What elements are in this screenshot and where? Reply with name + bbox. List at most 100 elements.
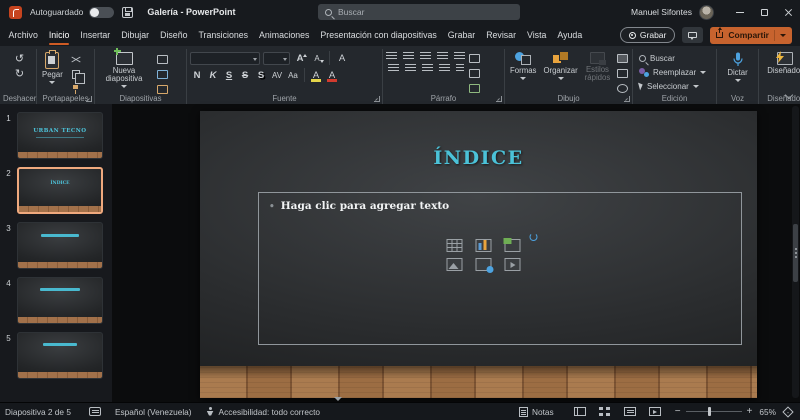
paste-button[interactable]: Pegar	[40, 51, 65, 85]
change-case-button[interactable]: Aa	[286, 69, 300, 82]
italic-button[interactable]: K	[206, 69, 220, 82]
copy-button[interactable]	[69, 68, 83, 80]
close-button[interactable]	[776, 0, 800, 24]
select-button[interactable]: Seleccionar	[639, 80, 699, 92]
tab-dibujar[interactable]: Dibujar	[116, 24, 155, 46]
arrange-button[interactable]: Organizar	[541, 51, 579, 81]
vertical-scrollbar[interactable]	[792, 106, 799, 398]
accessibility-status[interactable]: Accesibilidad: todo correcto	[219, 407, 320, 417]
text-shadow-button[interactable]: S	[254, 69, 268, 82]
avatar[interactable]	[699, 5, 714, 20]
font-name-select[interactable]	[190, 52, 260, 65]
share-button[interactable]: Compartir	[710, 27, 792, 44]
subtitles-icon[interactable]	[89, 407, 101, 416]
shrink-font-button[interactable]: A	[310, 52, 324, 65]
replace-button[interactable]: Reemplazar	[639, 66, 706, 78]
zoom-slider-knob[interactable]	[708, 407, 711, 416]
search-input[interactable]: Buscar	[318, 4, 520, 20]
align-right-icon[interactable]	[422, 64, 433, 72]
collapse-ribbon-icon[interactable]	[785, 91, 792, 98]
comments-button[interactable]	[682, 27, 703, 43]
scrollbar-thumb[interactable]	[793, 224, 798, 282]
slide-thumbnail-4[interactable]	[17, 277, 103, 324]
shape-outline-button[interactable]	[615, 67, 629, 79]
slideshow-view-button[interactable]	[649, 407, 661, 416]
share-dropdown-icon[interactable]	[780, 34, 786, 37]
justify-icon[interactable]	[439, 64, 450, 72]
new-slide-dropdown-icon[interactable]	[121, 85, 127, 88]
record-button[interactable]: Grabar	[620, 27, 675, 43]
align-center-icon[interactable]	[405, 64, 416, 72]
bullets-icon[interactable]	[386, 52, 397, 60]
underline-button[interactable]: S	[222, 69, 236, 82]
tab-ayuda[interactable]: Ayuda	[552, 24, 588, 46]
language-status[interactable]: Español (Venezuela)	[115, 407, 192, 417]
tab-insertar[interactable]: Insertar	[75, 24, 116, 46]
align-text-button[interactable]	[467, 67, 481, 79]
find-button[interactable]: Buscar	[639, 52, 675, 64]
slide-thumbnail-1[interactable]: URBAN TECNO	[17, 112, 103, 159]
autosave-toggle[interactable]	[89, 7, 114, 18]
zoom-slider[interactable]	[686, 411, 742, 412]
quick-styles-button[interactable]: Estilos rápidos	[583, 51, 613, 83]
slide-sorter-view-button[interactable]	[599, 407, 611, 416]
zoom-level[interactable]: 65%	[759, 407, 776, 417]
notes-splitter-icon[interactable]	[334, 397, 342, 401]
bold-button[interactable]: N	[190, 69, 204, 82]
font-size-select[interactable]	[263, 52, 290, 65]
layout-button[interactable]	[155, 53, 169, 65]
tab-archivo[interactable]: Archivo	[3, 24, 43, 46]
insert-smartart-icon[interactable]	[505, 239, 521, 252]
placeholder-text[interactable]: •Haga clic para agregar texto	[269, 200, 449, 212]
text-highlight-button[interactable]: A	[309, 69, 323, 82]
normal-view-button[interactable]	[574, 407, 586, 416]
slide-title[interactable]: ÍNDICE	[200, 147, 757, 169]
dictate-button[interactable]: Dictar	[720, 51, 755, 83]
shapes-button[interactable]: Formas	[508, 51, 538, 81]
decrease-indent-icon[interactable]	[420, 52, 431, 60]
fit-slide-to-window-icon[interactable]	[782, 406, 793, 417]
tab-grabar[interactable]: Grabar	[442, 24, 480, 46]
reading-view-button[interactable]	[624, 407, 636, 416]
line-spacing-icon[interactable]	[454, 52, 465, 60]
notes-toggle[interactable]: Notas	[519, 407, 554, 417]
shape-effects-button[interactable]	[615, 82, 629, 94]
character-spacing-button[interactable]: AV	[270, 69, 284, 82]
align-left-icon[interactable]	[388, 64, 399, 72]
cut-button[interactable]	[69, 53, 83, 65]
slide-thumbnail-5[interactable]	[17, 332, 103, 379]
clear-formatting-button[interactable]: A	[335, 52, 349, 65]
zoom-in-icon[interactable]: +	[747, 407, 753, 417]
columns-icon[interactable]	[456, 64, 464, 72]
tab-transiciones[interactable]: Transiciones	[193, 24, 254, 46]
numbering-icon[interactable]	[403, 52, 414, 60]
slide-thumbnail-3[interactable]	[17, 222, 103, 269]
insert-table-icon[interactable]	[447, 239, 463, 252]
tab-presentacion[interactable]: Presentación con diapositivas	[315, 24, 442, 46]
insert-video-icon[interactable]	[505, 258, 521, 271]
shape-fill-button[interactable]	[615, 52, 629, 64]
strikethrough-button[interactable]: S	[238, 69, 252, 82]
reset-button[interactable]	[155, 68, 169, 80]
slide-thumbnail-2[interactable]: ÍNDICE	[17, 167, 103, 214]
increase-indent-icon[interactable]	[437, 52, 448, 60]
tab-revisar[interactable]: Revisar	[481, 24, 522, 46]
undo-icon[interactable]: ↺	[15, 53, 24, 65]
convert-smartart-button[interactable]	[467, 82, 481, 94]
text-direction-button[interactable]	[467, 52, 481, 64]
zoom-out-icon[interactable]: −	[675, 407, 681, 417]
tab-vista[interactable]: Vista	[522, 24, 552, 46]
tab-diseno[interactable]: Diseño	[155, 24, 193, 46]
tab-inicio[interactable]: Inicio	[43, 24, 75, 46]
save-icon[interactable]	[122, 7, 133, 18]
minimize-button[interactable]	[728, 0, 752, 24]
insert-picture-icon[interactable]	[447, 258, 463, 271]
new-slide-button[interactable]: Nueva diapositiva	[98, 51, 150, 89]
paste-dropdown-icon[interactable]	[49, 81, 55, 84]
tab-animaciones[interactable]: Animaciones	[254, 24, 315, 46]
font-color-button[interactable]: A	[325, 69, 339, 82]
maximize-button[interactable]	[752, 0, 776, 24]
insert-stock-image-icon[interactable]	[476, 258, 492, 271]
redo-icon[interactable]: ↻	[15, 68, 24, 80]
designer-button[interactable]: Diseñador	[762, 51, 800, 76]
